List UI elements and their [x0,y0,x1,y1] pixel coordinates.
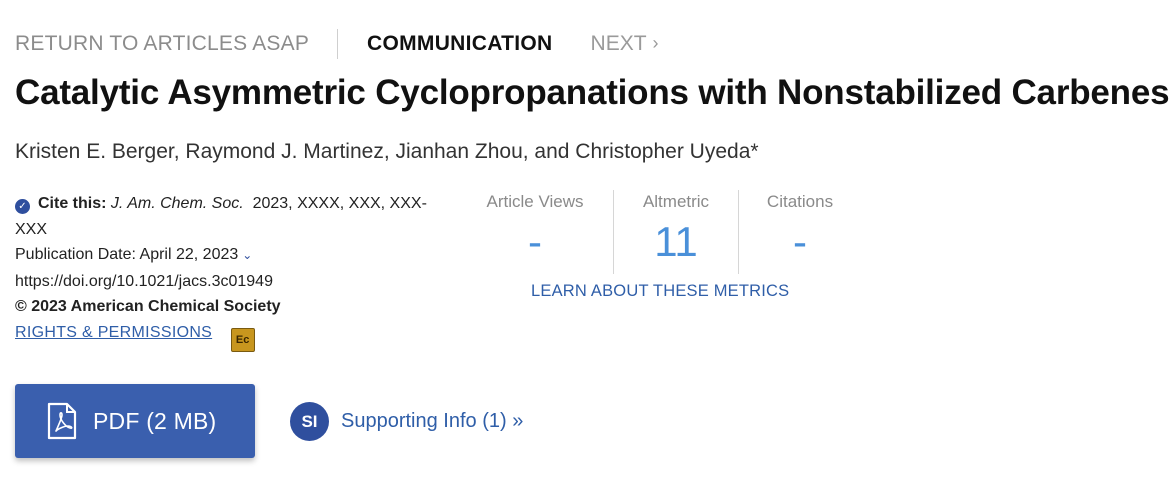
metric-label: Article Views [486,192,584,211]
si-badge-icon: SI [290,402,329,441]
editors-choice-icon: Ec [230,327,255,352]
rights-permissions-link[interactable]: RIGHTS & PERMISSIONS [15,324,212,341]
next-article-link[interactable]: NEXT › [591,32,659,56]
metric-value: - [528,218,542,265]
publication-date: Publication Date: April 22, 2023 [15,246,239,263]
rights-row: RIGHTS & PERMISSIONS Ec [15,320,465,352]
metric-value: 11 [654,218,698,265]
metric-altmetric[interactable]: Altmetric 11 [613,190,739,274]
metric-value: - [793,218,807,265]
supporting-info-link[interactable]: SI Supporting Info (1) » [290,402,523,441]
pdf-button-label: PDF (2 MB) [93,407,217,434]
article-metrics: Article Views - Altmetric 11 Citations -… [470,190,870,310]
article-nav: RETURN TO ARTICLES ASAP COMMUNICATION NE… [15,29,659,59]
doi-link[interactable]: https://doi.org/10.1021/jacs.3c01949 [15,269,465,295]
learn-metrics-link[interactable]: LEARN ABOUT THESE METRICS [531,282,789,301]
check-circle-icon: ✓ [15,199,30,214]
pdf-file-icon [47,402,77,440]
next-label: NEXT [590,32,647,55]
citation-reference-cont: XXX [15,220,48,238]
cite-row: ✓ Cite this: J. Am. Chem. Soc. 2023, XXXX… [15,191,465,217]
journal-name: J. Am. Chem. Soc. [110,195,244,212]
author-list: Kristen E. Berger, Raymond J. Martinez, … [15,140,759,163]
metric-citations: Citations - [739,190,861,274]
metric-label: Altmetric [642,192,710,211]
pdf-download-button[interactable]: PDF (2 MB) [15,384,255,458]
metric-article-views: Article Views - [470,190,600,274]
chevron-right-icon: › [652,32,659,53]
chevron-down-icon: ⌄ [242,248,253,262]
citation-block: ✓ Cite this: J. Am. Chem. Soc. 2023, XXXX… [15,191,465,352]
copyright-text: © 2023 American Chemical Society [15,298,281,315]
publication-date-row[interactable]: Publication Date: April 22, 2023 ⌄ [15,242,465,269]
nav-divider [337,29,339,59]
article-title: Catalytic Asymmetric Cyclopropanations w… [15,73,1170,112]
supporting-info-label: Supporting Info (1) » [341,410,524,432]
return-to-articles-link[interactable]: RETURN TO ARTICLES ASAP [15,32,309,56]
article-type-label: COMMUNICATION [367,32,553,55]
citation-reference: 2023, XXXX, XXX, XXX- [252,195,427,212]
metric-label: Citations [766,192,834,211]
cite-label[interactable]: Cite this: [38,195,106,212]
